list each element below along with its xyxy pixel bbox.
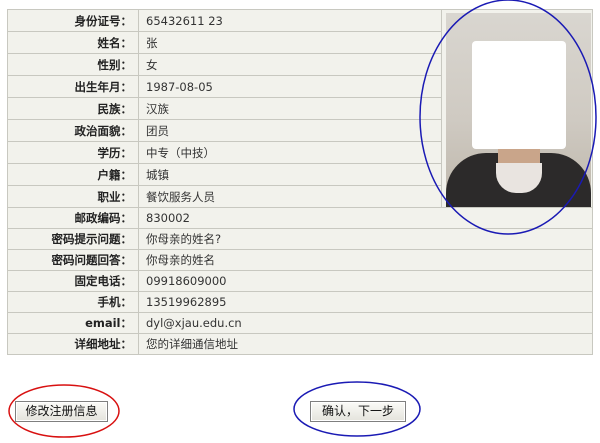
postcode-value: 830002 — [138, 207, 593, 229]
photo-cell — [441, 9, 593, 208]
id-photo — [446, 13, 591, 207]
table-row: email： dyl@xjau.edu.cn — [7, 312, 593, 334]
modify-registration-button[interactable]: 修改注册信息 — [15, 401, 108, 422]
table-row: 密码问题回答： 你母亲的姓名 — [7, 249, 593, 271]
ethnicity-value: 汉族 — [138, 97, 442, 120]
birth-date-value: 1987-08-05 — [138, 75, 442, 98]
id-number-value: 65432611 23 — [138, 9, 442, 32]
mobile-value: 13519962895 — [138, 291, 593, 313]
birth-date-label: 出生年月： — [7, 75, 139, 98]
gender-value: 女 — [138, 53, 442, 76]
ethnicity-label: 民族： — [7, 97, 139, 120]
table-row: 详细地址： 您的详细通信地址 — [7, 333, 593, 355]
security-question-value: 你母亲的姓名? — [138, 228, 593, 250]
education-value: 中专（中技） — [138, 141, 442, 164]
occupation-label: 职业： — [7, 185, 139, 208]
confirm-next-button[interactable]: 确认，下一步 — [310, 401, 406, 422]
gender-label: 性别： — [7, 53, 139, 76]
table-row: 密码提示问题： 你母亲的姓名? — [7, 228, 593, 250]
landline-value: 09918609000 — [138, 270, 593, 292]
occupation-value: 餐饮服务人员 — [138, 185, 442, 208]
name-value: 张 — [138, 31, 442, 54]
landline-label: 固定电话： — [7, 270, 139, 292]
security-question-label: 密码提示问题： — [7, 228, 139, 250]
political-status-value: 团员 — [138, 119, 442, 142]
household-value: 城镇 — [138, 163, 442, 186]
email-value: dyl@xjau.edu.cn — [138, 312, 593, 334]
table-row: 身份证号： 65432611 23 — [7, 9, 593, 208]
id-number-label: 身份证号： — [7, 9, 139, 32]
address-label: 详细地址： — [7, 333, 139, 355]
education-label: 学历： — [7, 141, 139, 164]
security-answer-label: 密码问题回答： — [7, 249, 139, 271]
security-answer-value: 你母亲的姓名 — [138, 249, 593, 271]
table-row: 固定电话： 09918609000 — [7, 270, 593, 292]
address-value: 您的详细通信地址 — [138, 333, 593, 355]
registration-info-table: 身份证号： 65432611 23 姓名： 张 性别： 女 出生年月： 1987… — [7, 9, 593, 355]
photo-face-redaction — [472, 41, 566, 149]
table-row: 手机： 13519962895 — [7, 291, 593, 313]
political-status-label: 政治面貌： — [7, 119, 139, 142]
mobile-label: 手机： — [7, 291, 139, 313]
household-label: 户籍： — [7, 163, 139, 186]
table-row: 邮政编码： 830002 — [7, 207, 593, 229]
postcode-label: 邮政编码： — [7, 207, 139, 229]
name-label: 姓名： — [7, 31, 139, 54]
email-label: email： — [7, 312, 139, 334]
